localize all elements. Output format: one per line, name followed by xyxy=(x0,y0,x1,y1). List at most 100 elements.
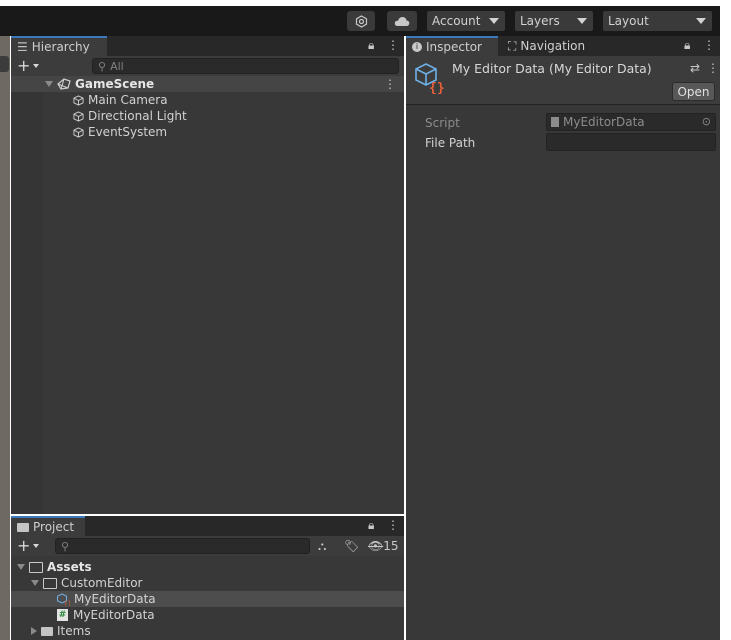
list-item[interactable]: EventSystem xyxy=(11,124,404,140)
hidden-packages-button[interactable]: 👁︎15 xyxy=(368,539,399,553)
lock-icon[interactable]: 🔒︎ xyxy=(368,518,378,533)
tree-item-label: Items xyxy=(57,624,91,638)
collapse-arrow-icon[interactable] xyxy=(31,627,37,635)
add-button[interactable]: + xyxy=(17,56,30,75)
expand-arrow-icon[interactable] xyxy=(45,81,53,87)
tab-project[interactable]: Project xyxy=(11,516,85,536)
presets-icon[interactable]: ⇄ xyxy=(690,61,700,75)
gameobject-cube-icon xyxy=(73,94,84,106)
kebab-menu-icon[interactable]: ⋮ xyxy=(707,61,719,75)
hidden-count: 15 xyxy=(383,539,399,553)
scriptable-object-icon: {} xyxy=(415,63,445,94)
folder-icon xyxy=(41,626,53,636)
inspector-tabbar: i Inspector ⛶ Navigation 🔒︎ ⋮ xyxy=(406,36,720,56)
tree-item-asset-selected[interactable]: {} MyEditorData xyxy=(11,591,404,607)
chevron-down-icon[interactable] xyxy=(33,64,39,68)
inspector-panel: i Inspector ⛶ Navigation 🔒︎ ⋮ {} My Edit… xyxy=(406,36,720,640)
scene-view-edge xyxy=(0,36,10,640)
search-icon: ⚲ xyxy=(61,539,70,553)
hierarchy-search-placeholder: All xyxy=(110,59,124,73)
script-field-value: MyEditorData xyxy=(563,115,645,129)
scriptable-object-icon: {} xyxy=(57,592,70,606)
tree-item-items[interactable]: Items xyxy=(11,623,404,639)
layout-dropdown[interactable]: Layout xyxy=(603,11,712,31)
chevron-down-icon xyxy=(489,18,499,24)
script-field-label: Script xyxy=(425,116,460,130)
list-item[interactable]: Directional Light xyxy=(11,108,404,124)
list-item[interactable]: Main Camera xyxy=(11,92,404,108)
tab-hierarchy[interactable]: ☰ Hierarchy xyxy=(11,36,107,56)
tree-item-label: MyEditorData xyxy=(73,608,155,622)
unity-scene-icon xyxy=(57,78,71,90)
open-folder-icon xyxy=(29,561,43,573)
navigation-icon: ⛶ xyxy=(508,38,517,53)
tree-item-script[interactable]: # MyEditorData xyxy=(11,607,404,623)
main-toolbar: Account Layers Layout xyxy=(0,6,720,36)
chevron-down-icon xyxy=(577,18,587,24)
object-title: My Editor Data (My Editor Data) xyxy=(452,61,652,76)
layout-label: Layout xyxy=(608,14,649,28)
expand-arrow-icon[interactable] xyxy=(17,564,25,570)
tab-project-label: Project xyxy=(33,520,75,534)
svg-text:{}: {} xyxy=(429,81,445,94)
info-icon: i xyxy=(412,42,422,52)
hierarchy-tabbar: ☰ Hierarchy 🔒︎ ⋮ xyxy=(11,36,404,56)
filter-by-type-icon[interactable]: ⛬ xyxy=(318,539,326,554)
svg-text:{}: {} xyxy=(64,600,70,606)
services-icon xyxy=(355,14,367,28)
gameobject-cube-icon xyxy=(73,126,84,138)
list-item-label: Main Camera xyxy=(88,93,168,107)
eye-slash-icon: 👁︎ xyxy=(368,539,384,553)
tab-navigation[interactable]: ⛶ Navigation xyxy=(502,36,606,56)
open-folder-icon xyxy=(43,577,57,589)
services-button[interactable] xyxy=(347,11,375,31)
add-button[interactable]: + xyxy=(17,536,30,555)
inspector-header: {} My Editor Data (My Editor Data) ⇄ ⋮ O… xyxy=(406,56,720,104)
kebab-menu-icon[interactable]: ⋮ xyxy=(703,38,719,52)
layers-label: Layers xyxy=(520,14,560,28)
file-path-field[interactable] xyxy=(546,133,716,151)
csharp-script-icon xyxy=(551,117,559,127)
open-button[interactable]: Open xyxy=(672,82,715,101)
tree-item-label: Assets xyxy=(47,560,92,574)
layers-dropdown[interactable]: Layers xyxy=(515,11,593,31)
scene-toolbar-edge xyxy=(0,56,9,72)
tab-inspector[interactable]: i Inspector xyxy=(406,36,498,56)
tab-hierarchy-label: Hierarchy xyxy=(31,40,90,54)
object-picker-icon[interactable]: ⊙ xyxy=(702,115,711,128)
list-item-label: Directional Light xyxy=(88,109,187,123)
cloud-button[interactable] xyxy=(387,11,417,31)
chevron-down-icon[interactable] xyxy=(33,544,39,548)
project-toolbar: + ⚲ ⛬ 🏷︎ 👁︎15 xyxy=(11,536,404,556)
folder-icon xyxy=(17,522,29,532)
gameobject-cube-icon xyxy=(73,110,84,122)
csharp-script-icon: # xyxy=(57,609,68,621)
filter-by-label-icon[interactable]: 🏷︎ xyxy=(344,539,359,553)
tree-item-label: CustomEditor xyxy=(61,576,143,590)
project-search-input[interactable]: ⚲ xyxy=(55,538,310,554)
tree-item-label: MyEditorData xyxy=(74,592,156,606)
scene-name: GameScene xyxy=(75,77,155,91)
tree-item-customeditor[interactable]: CustomEditor xyxy=(11,575,404,591)
list-icon: ☰ xyxy=(17,40,28,54)
tab-inspector-label: Inspector xyxy=(426,40,482,54)
lock-icon[interactable]: 🔒︎ xyxy=(368,38,378,53)
kebab-menu-icon[interactable]: ⋮ xyxy=(387,518,403,532)
tree-item-assets[interactable]: Assets xyxy=(11,559,404,575)
hierarchy-panel: ☰ Hierarchy 🔒︎ ⋮ + ⚲ All GameScene ⋮ Mai… xyxy=(11,36,404,514)
scene-row[interactable]: GameScene ⋮ xyxy=(11,76,404,92)
expand-arrow-icon[interactable] xyxy=(31,580,39,586)
tab-navigation-label: Navigation xyxy=(520,39,586,53)
hierarchy-toolbar: + ⚲ All xyxy=(11,56,404,76)
script-object-field[interactable]: MyEditorData ⊙ xyxy=(546,113,716,131)
hierarchy-search-input[interactable]: ⚲ All xyxy=(92,58,399,74)
kebab-menu-icon[interactable]: ⋮ xyxy=(387,38,403,52)
lock-icon[interactable]: 🔒︎ xyxy=(684,38,694,53)
project-tabbar: Project 🔒︎ ⋮ xyxy=(11,516,404,536)
header-divider xyxy=(406,104,720,105)
search-icon: ⚲ xyxy=(98,59,107,73)
scene-menu-icon[interactable]: ⋮ xyxy=(384,77,396,91)
hierarchy-gutter xyxy=(11,76,43,514)
open-button-label: Open xyxy=(677,84,710,99)
account-dropdown[interactable]: Account xyxy=(427,11,505,31)
